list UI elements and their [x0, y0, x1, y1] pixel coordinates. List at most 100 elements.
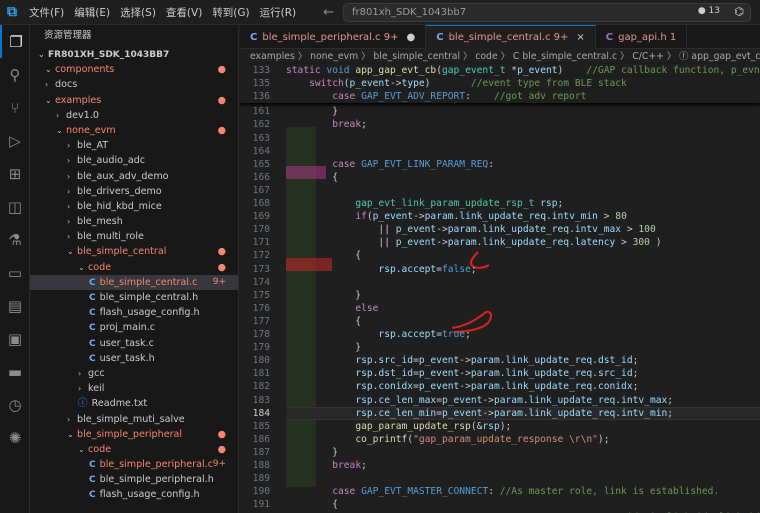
code-line[interactable]: 186 co_printf("gap_param_update_response…	[240, 433, 760, 446]
tree-item[interactable]: Cble_simple_peripheral.h	[30, 472, 238, 487]
tree-item[interactable]: › ble_AT	[30, 138, 238, 153]
modified-dot-icon[interactable]: ●	[406, 32, 415, 43]
source-control-icon[interactable]: ⑂	[0, 91, 30, 124]
notification-badge[interactable]: ● 13	[698, 6, 720, 16]
chevron-right-icon: ›	[67, 232, 71, 242]
tree-item[interactable]: › keil	[30, 381, 238, 396]
code-view[interactable]: 161 } 162 break; 163 164 165 case GAP_EVT_LI…	[240, 64, 760, 513]
code-line[interactable]: 188 break;	[240, 459, 760, 472]
code-line[interactable]: 184 rsp.ce_len_min=p_event->param.link_u…	[240, 407, 760, 420]
tree-item[interactable]: Cble_simple_peripheral.c 9+	[30, 457, 238, 472]
line-number: 136	[252, 91, 270, 103]
sticky-scroll-line[interactable]: 136 case GAP_EVT_ADV_REPORT: //got adv r…	[240, 90, 760, 104]
tree-item[interactable]: › ble_simple_muti_salve	[30, 412, 238, 427]
code-line[interactable]: 170 || p_event->param.link_update_req.in…	[240, 223, 760, 236]
code-line[interactable]: 168 gap_evt_link_param_update_rsp_t rsp;	[240, 197, 760, 210]
code-line[interactable]: 187 }	[240, 446, 760, 459]
tree-item[interactable]: Cuser_task.c	[30, 336, 238, 351]
code-line[interactable]: 177 {	[240, 315, 760, 328]
tree-item[interactable]: ⌄ ble_simple_central ●	[30, 244, 238, 259]
menu-item[interactable]: 编辑(E)	[69, 5, 115, 20]
menu-item[interactable]: 选择(S)	[115, 5, 161, 20]
line-source: case GAP_EVT_ADV_REPORT: //got adv repor…	[332, 91, 587, 103]
breadcrumb[interactable]: examples 〉 none_evm 〉 ble_simple_central…	[240, 49, 760, 64]
project-root[interactable]: ⌄ FR801XH_SDK_1043BB7	[30, 47, 238, 62]
chip-icon[interactable]: ▣	[0, 322, 30, 355]
code-line[interactable]: 165 case GAP_EVT_LINK_PARAM_REQ:	[240, 158, 760, 171]
c-file-icon: C	[89, 308, 96, 319]
tree-item[interactable]: ⌄ components ●	[30, 62, 238, 77]
code-line[interactable]: 191 {	[240, 498, 760, 511]
remote-icon[interactable]: ◫	[0, 190, 30, 223]
tree-item[interactable]: Cflash_usage_config.h	[30, 487, 238, 502]
menu-item[interactable]: 转到(G)	[207, 5, 254, 20]
code-line[interactable]: 180 rsp.src_id=p_event->param.link_updat…	[240, 354, 760, 367]
editor-tab[interactable]: Cgap_api.h 1	[596, 25, 688, 49]
tree-item[interactable]: › ble_audio_adc	[30, 153, 238, 168]
sticky-scroll-line[interactable]: 133 static void app_gap_evt_cb(gap_event_…	[240, 64, 760, 78]
tree-item[interactable]: Cble_simple_central.c 9+	[30, 274, 238, 290]
extensions-icon[interactable]: ⊞	[0, 157, 30, 190]
search-icon[interactable]: ⚲	[0, 58, 30, 91]
code-line[interactable]: 190 case GAP_EVT_MASTER_CONNECT: //As ma…	[240, 485, 760, 498]
close-icon[interactable]: ×	[576, 32, 584, 43]
code-line[interactable]: 169 if(p_event->param.link_update_req.in…	[240, 210, 760, 223]
code-line[interactable]: 179 }	[240, 341, 760, 354]
device-icon[interactable]: ▤	[0, 289, 30, 322]
line-number: 167	[252, 184, 270, 196]
sticky-scroll-line[interactable]: 135 switch(p_event->type) //event type f…	[240, 77, 760, 91]
menu-item[interactable]: 文件(F)	[24, 5, 69, 20]
history-icon[interactable]: ◷	[0, 388, 30, 421]
tree-item[interactable]: Cflash_usage_config.h	[30, 305, 238, 320]
tree-item[interactable]: ⌄ ble_simple_peripheral ●	[30, 427, 238, 442]
code-line[interactable]: 189	[240, 472, 760, 485]
run-debug-icon[interactable]: ▷	[0, 124, 30, 157]
code-line[interactable]: 178 rsp.accept=true;	[240, 328, 760, 341]
tree-item[interactable]: › ble_hid_kbd_mice	[30, 199, 238, 214]
editor-tab[interactable]: Cble_simple_peripheral.c 9+ ●	[240, 25, 427, 49]
tree-item[interactable]: ⌄ none_evm ●	[30, 123, 238, 138]
code-line[interactable]: 185 gap_param_update_rsp(&rsp);	[240, 420, 760, 433]
tree-item[interactable]: › gcc	[30, 366, 238, 381]
menu-item[interactable]: 查看(V)	[161, 5, 207, 20]
tree-item[interactable]: Cuser_task.h	[30, 351, 238, 366]
tree-item[interactable]: Cble_simple_central.h	[30, 290, 238, 305]
tree-item[interactable]: › docs	[30, 77, 238, 92]
code-line[interactable]: 161 }	[240, 105, 760, 118]
code-line[interactable]: 175 }	[240, 289, 760, 302]
code-line[interactable]: 181 rsp.dst_id=p_event->param.link_updat…	[240, 367, 760, 380]
testing-icon[interactable]: ⚗	[0, 223, 30, 256]
command-center-search[interactable]: fr801xh_SDK_1043bb7 ● 13 ⌬	[343, 3, 751, 22]
tree-item[interactable]: ⌄ examples ●	[30, 93, 238, 108]
code-line[interactable]: 167	[240, 184, 760, 197]
tree-item[interactable]: › ble_drivers_demo	[30, 184, 238, 199]
tree-item[interactable]: Cproj_main.c	[30, 320, 238, 335]
tree-item[interactable]: › ble_aux_adv_demo	[30, 169, 238, 184]
tree-item[interactable]: ⌄ code ●	[30, 442, 238, 457]
extension-star-icon[interactable]: ✺	[0, 421, 30, 454]
code-line[interactable]: 166 {	[240, 171, 760, 184]
editor-tab[interactable]: Cble_simple_central.c 9+ ×	[426, 25, 596, 49]
copilot-icon[interactable]: ⌬	[734, 5, 744, 18]
code-line[interactable]: 164	[240, 145, 760, 158]
tree-item[interactable]: › ble_multi_role	[30, 229, 238, 244]
folder-icon[interactable]: ▬	[0, 355, 30, 388]
tree-item[interactable]: ⌄ code ●	[30, 260, 238, 275]
line-number: 174	[252, 276, 270, 288]
menu-item[interactable]: 运行(R)	[255, 5, 302, 20]
code-line[interactable]: 174	[240, 276, 760, 289]
terminal-icon[interactable]: ▭	[0, 256, 30, 289]
code-line[interactable]: 173 rsp.accept=false;	[240, 263, 760, 276]
explorer-icon[interactable]: ❐	[0, 25, 30, 58]
tree-item[interactable]: › dev1.0	[30, 108, 238, 123]
code-line[interactable]: 176 else	[240, 302, 760, 315]
code-line[interactable]: 171 || p_event->param.link_update_req.la…	[240, 236, 760, 249]
code-line[interactable]: 182 rsp.conidx=p_event->param.link_updat…	[240, 380, 760, 393]
code-line[interactable]: 163	[240, 132, 760, 145]
back-arrow-icon[interactable]: ←	[323, 5, 334, 20]
code-line[interactable]: 183 rsp.ce_len_max=p_event->param.link_u…	[240, 394, 760, 407]
tree-item[interactable]: ⓘ Readme.txt	[30, 396, 238, 411]
tree-item[interactable]: › ble_mesh	[30, 214, 238, 229]
code-line[interactable]: 162 break;	[240, 118, 760, 131]
code-line[interactable]: 172 {	[240, 249, 760, 262]
